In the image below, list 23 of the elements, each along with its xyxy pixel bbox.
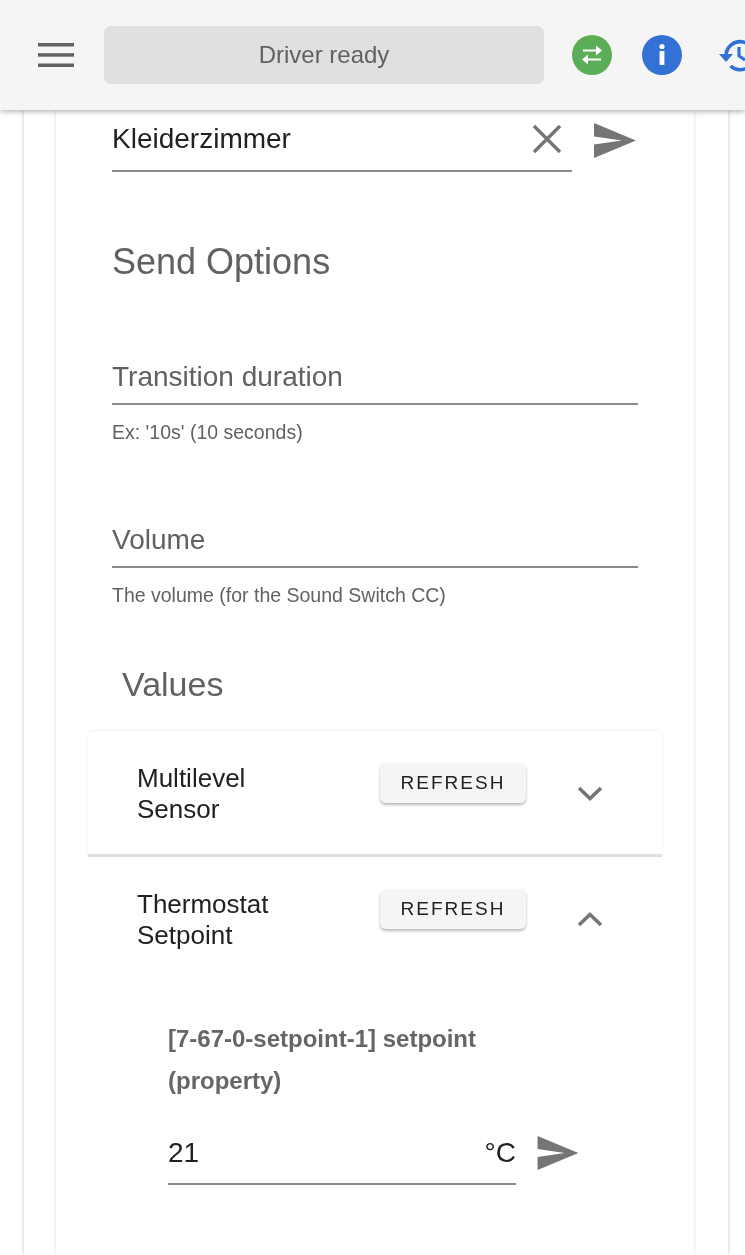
menu-icon[interactable] [38,43,74,67]
name-field[interactable]: Kleiderzimmer [112,114,572,172]
close-icon[interactable] [532,124,562,154]
chevron-up-icon[interactable] [577,912,603,927]
send-icon[interactable] [594,122,636,158]
refresh-button[interactable]: REFRESH [380,889,526,929]
section-heading: Values [122,664,225,705]
text-field[interactable]: Transition duration [112,358,638,405]
value-field[interactable]: 21 °C [168,1128,516,1185]
info-icon[interactable] [642,35,682,75]
panel-title[interactable]: Thermostat Setpoint [137,889,305,951]
value-label: [7-67-0-setpoint-1] setpoint (property) [168,1024,477,1096]
refresh-button[interactable]: REFRESH [380,763,526,803]
section-heading: Send Options [112,240,332,284]
sync-arrows-icon[interactable] [572,35,612,75]
chevron-down-icon[interactable] [577,786,603,801]
status-chip: Driver ready [104,26,544,84]
send-icon[interactable] [536,1135,580,1170]
text-field[interactable]: Volume [112,521,638,568]
unit-label: °C [484,1136,516,1169]
panel-title[interactable]: Multilevel Sensor [137,763,305,825]
field-hint: Ex: '10s' (10 seconds) [112,420,304,444]
field-hint: The volume (for the Sound Switch CC) [112,583,447,607]
